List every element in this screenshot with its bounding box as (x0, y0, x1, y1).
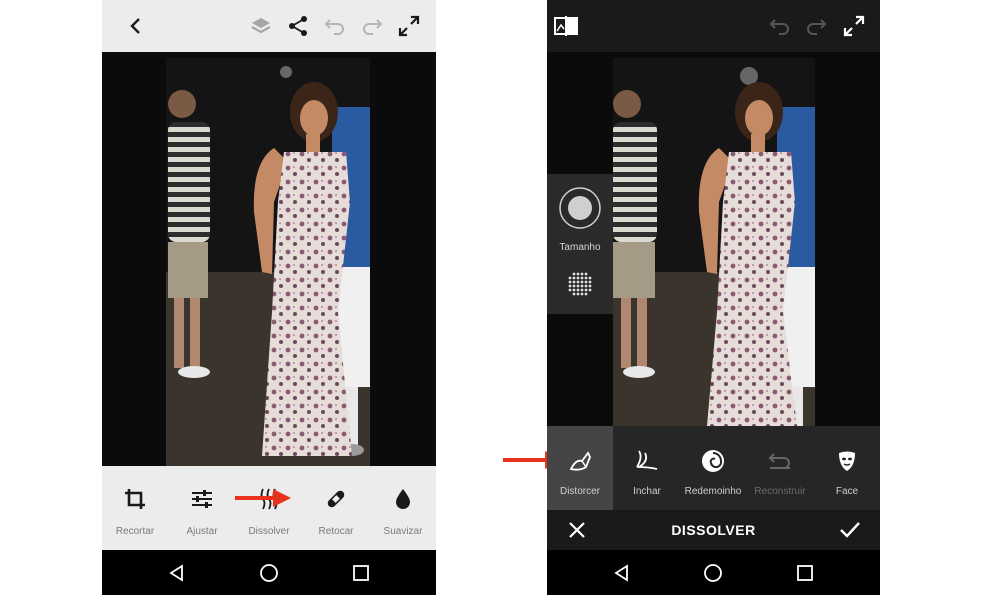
sliders-icon (169, 484, 235, 514)
cancel-button[interactable] (567, 520, 587, 540)
tool-inchar[interactable]: Inchar (614, 426, 680, 510)
apply-button[interactable] (839, 520, 861, 540)
distort-icon (547, 446, 613, 476)
top-app-bar (102, 0, 436, 52)
nav-back-icon[interactable] (609, 560, 635, 586)
fullscreen-icon[interactable] (395, 12, 423, 40)
brush-size-button[interactable] (558, 186, 602, 230)
brush-panel: Tamanho (547, 174, 613, 314)
face-icon (814, 446, 880, 476)
brush-size-label: Tamanho (559, 242, 601, 253)
tool-label: Recortar (115, 526, 155, 537)
tool-label: Face (835, 486, 859, 497)
bandage-icon (303, 484, 369, 514)
compare-icon[interactable] (552, 12, 580, 40)
photo-canvas[interactable] (102, 52, 436, 466)
brush-pressure-icon[interactable] (565, 270, 595, 300)
nav-home-icon[interactable] (256, 560, 282, 586)
nav-home-icon[interactable] (700, 560, 726, 586)
tool-suavizar[interactable]: Suavizar (370, 466, 436, 550)
close-icon (569, 522, 585, 538)
tool-face[interactable]: Face (814, 426, 880, 510)
crop-icon (102, 484, 168, 514)
tool-label: Dissolver (248, 526, 290, 537)
reconstruct-icon (747, 446, 813, 476)
bloat-icon (614, 446, 680, 476)
tool-label: Retocar (318, 526, 354, 537)
tool-label: Suavizar (383, 526, 423, 537)
action-bar: DISSOLVER (547, 510, 880, 550)
fullscreen-icon[interactable] (840, 12, 868, 40)
tool-retocar[interactable]: Retocar (303, 466, 369, 550)
drop-icon (370, 484, 436, 514)
tool-label: Inchar (633, 486, 661, 497)
nav-recents-icon[interactable] (792, 560, 818, 586)
layers-icon[interactable] (247, 12, 275, 40)
undo-icon[interactable] (766, 12, 794, 40)
top-app-bar (547, 0, 880, 52)
phone-screen-right: Tamanho Distorcer Inchar Redemoinho Reco… (547, 0, 880, 595)
nav-back-icon[interactable] (164, 560, 190, 586)
redo-icon[interactable] (358, 12, 386, 40)
system-nav-bar (547, 550, 880, 595)
back-icon[interactable] (122, 12, 150, 40)
system-nav-bar (102, 550, 436, 595)
tool-recortar[interactable]: Recortar (102, 466, 168, 550)
panel-title: DISSOLVER (671, 522, 756, 538)
tool-label: Reconstruir (754, 486, 806, 497)
photo-image (166, 58, 370, 466)
share-icon[interactable] (284, 12, 312, 40)
undo-icon[interactable] (321, 12, 349, 40)
tool-redemoinho[interactable]: Redemoinho (680, 426, 746, 510)
tool-ajustar[interactable]: Ajustar (169, 466, 235, 550)
tool-reconstruir[interactable]: Reconstruir (747, 426, 813, 510)
redo-icon[interactable] (802, 12, 830, 40)
check-icon (840, 522, 860, 538)
swirl-icon (680, 446, 746, 476)
liquify-tools-bar: Distorcer Inchar Redemoinho Reconstruir … (547, 426, 880, 510)
tool-label: Ajustar (186, 526, 218, 537)
tool-distorcer[interactable]: Distorcer (547, 426, 613, 510)
annotation-arrow (235, 489, 291, 507)
tool-label: Distorcer (559, 486, 600, 497)
tool-label: Redemoinho (684, 486, 742, 497)
nav-recents-icon[interactable] (348, 560, 374, 586)
